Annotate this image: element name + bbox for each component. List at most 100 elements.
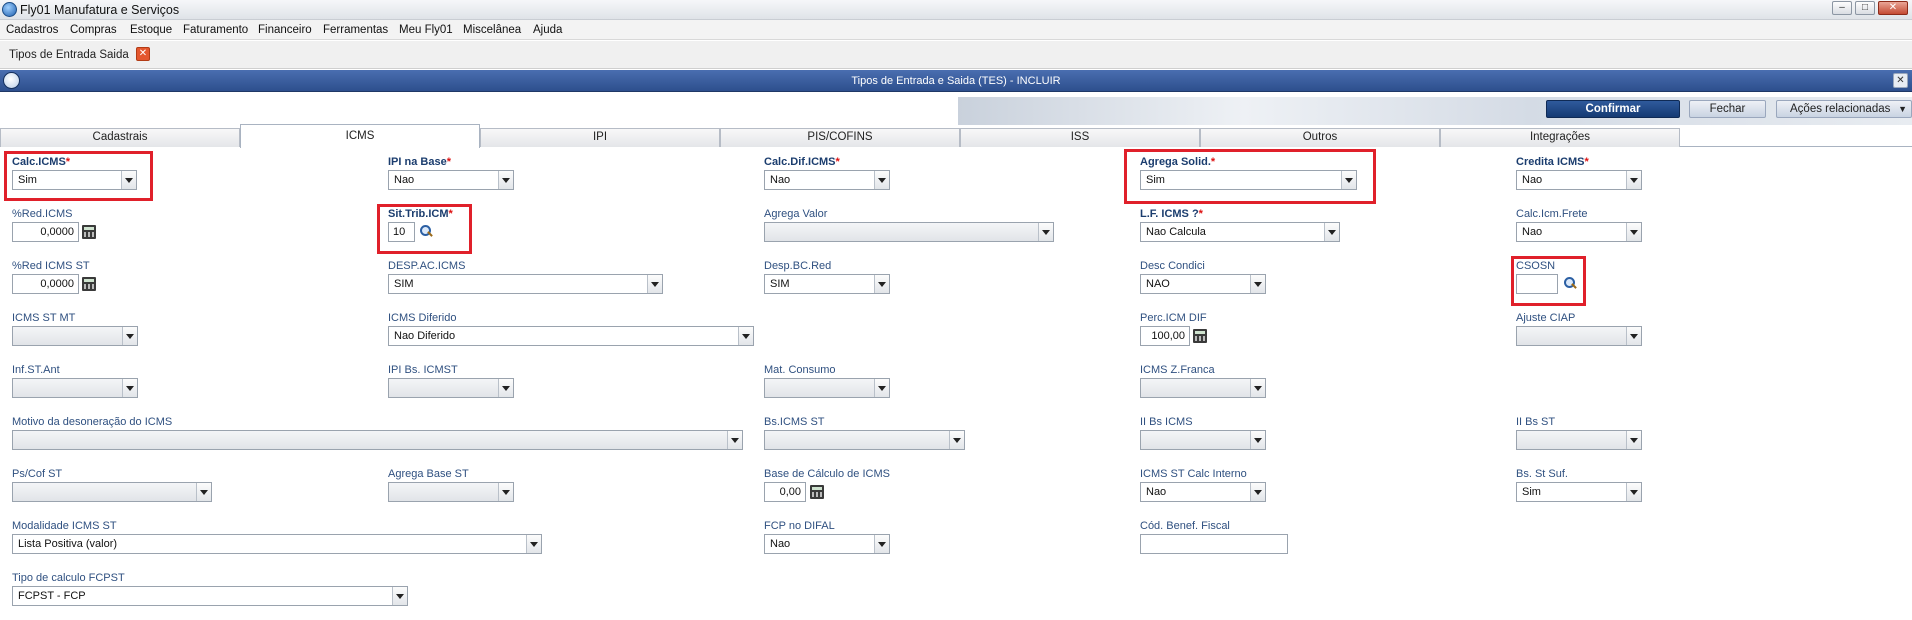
calculator-icon[interactable]: [1193, 329, 1207, 343]
fcp-no-difal-select[interactable]: Nao: [764, 534, 890, 554]
tab-ipi[interactable]: IPI: [480, 128, 720, 147]
chevron-down-icon[interactable]: [647, 275, 662, 293]
chevron-down-icon[interactable]: [1626, 483, 1641, 501]
menu-faturamento[interactable]: Faturamento: [183, 24, 248, 36]
chevron-down-icon[interactable]: [498, 483, 513, 501]
icms-st-calc-interno-select[interactable]: Nao: [1140, 482, 1266, 502]
inf-st-ant-select[interactable]: [12, 378, 138, 398]
confirm-button[interactable]: Confirmar: [1546, 100, 1680, 118]
chevron-down-icon[interactable]: [874, 379, 889, 397]
icms-st-mt-label: ICMS ST MT: [12, 312, 76, 324]
chevron-down-icon[interactable]: [1250, 379, 1265, 397]
chevron-down-icon[interactable]: [1626, 431, 1641, 449]
chevron-down-icon[interactable]: [392, 587, 407, 605]
mat-consumo-select[interactable]: [764, 378, 890, 398]
bs-icms-st-label: Bs.ICMS ST: [764, 416, 825, 428]
desc-condici-select[interactable]: NAO: [1140, 274, 1266, 294]
menu-miscelanea[interactable]: Miscelânea: [463, 24, 521, 36]
chevron-down-icon[interactable]: [1626, 171, 1641, 189]
tab-integracoes[interactable]: Integrações: [1440, 128, 1680, 147]
ajuste-ciap-select[interactable]: [1516, 326, 1642, 346]
menu-cadastros[interactable]: Cadastros: [6, 24, 58, 36]
chevron-down-icon[interactable]: [949, 431, 964, 449]
chevron-down-icon[interactable]: [1250, 275, 1265, 293]
icms-z-franca-select[interactable]: [1140, 378, 1266, 398]
chevron-down-icon[interactable]: [874, 171, 889, 189]
chevron-down-icon[interactable]: [1626, 223, 1641, 241]
related-actions-button[interactable]: Ações relacionadas ▼: [1776, 100, 1912, 118]
chevron-down-icon[interactable]: [738, 327, 753, 345]
ps-cof-st-select[interactable]: [12, 482, 212, 502]
cod-benef-fiscal-input[interactable]: [1140, 534, 1288, 554]
chevron-down-icon[interactable]: [874, 275, 889, 293]
close-button[interactable]: Fechar: [1689, 100, 1766, 118]
chevron-down-icon[interactable]: [498, 379, 513, 397]
chevron-down-icon[interactable]: [1324, 223, 1339, 241]
ii-bs-st-select[interactable]: [1516, 430, 1642, 450]
menu-estoque[interactable]: Estoque: [130, 24, 172, 36]
desp-bc-red-select[interactable]: SIM: [764, 274, 890, 294]
menu-ajuda[interactable]: Ajuda: [533, 24, 562, 36]
tab-icms[interactable]: ICMS: [240, 124, 480, 148]
ii-bs-st-label: II Bs ST: [1516, 416, 1556, 428]
calculator-icon[interactable]: [82, 225, 96, 239]
bs-st-suf-select[interactable]: Sim: [1516, 482, 1642, 502]
tab-cadastrais[interactable]: Cadastrais: [0, 128, 240, 147]
base-calc-icms-input[interactable]: 0,00: [764, 482, 806, 502]
maximize-icon[interactable]: □: [1855, 1, 1875, 15]
icms-st-mt-select[interactable]: [12, 326, 138, 346]
menu-financeiro[interactable]: Financeiro: [258, 24, 312, 36]
red-icms-input[interactable]: 0,0000: [12, 222, 79, 242]
perc-icm-dif-input[interactable]: 100,00: [1140, 326, 1190, 346]
chevron-down-icon: ▼: [1898, 104, 1907, 114]
chevron-down-icon[interactable]: [874, 535, 889, 553]
red-icms-st-input[interactable]: 0,0000: [12, 274, 79, 294]
motivo-desoneracao-select[interactable]: [12, 430, 743, 450]
close-window-icon[interactable]: ✕: [1878, 1, 1908, 15]
chevron-down-icon[interactable]: [1038, 223, 1053, 241]
menu-ferramentas[interactable]: Ferramentas: [323, 24, 388, 36]
agrega-valor-select[interactable]: [764, 222, 1054, 242]
chevron-down-icon[interactable]: [498, 171, 513, 189]
mat-consumo-label: Mat. Consumo: [764, 364, 836, 376]
chevron-down-icon[interactable]: [1250, 483, 1265, 501]
credita-icms-select[interactable]: Nao: [1516, 170, 1642, 190]
doc-tab-close-icon[interactable]: ✕: [136, 47, 150, 61]
minimize-icon[interactable]: –: [1832, 1, 1852, 15]
tipo-calc-fcpst-select[interactable]: FCPST - FCP: [12, 586, 408, 606]
tab-pis-cofins[interactable]: PIS/COFINS: [720, 128, 960, 147]
ipi-bs-icmst-select[interactable]: [388, 378, 514, 398]
modalidade-icms-st-select[interactable]: Lista Positiva (valor): [12, 534, 542, 554]
inf-st-ant-label: Inf.ST.Ant: [12, 364, 60, 376]
chevron-down-icon[interactable]: [526, 535, 541, 553]
calc-dif-icms-select[interactable]: Nao: [764, 170, 890, 190]
menu-compras[interactable]: Compras: [70, 24, 117, 36]
ipi-na-base-select[interactable]: Nao: [388, 170, 514, 190]
menu-meu-fly01[interactable]: Meu Fly01: [399, 24, 453, 36]
chevron-down-icon[interactable]: [1250, 431, 1265, 449]
highlight-box-calc-icms: [4, 151, 153, 201]
chevron-down-icon[interactable]: [727, 431, 742, 449]
bs-icms-st-select[interactable]: [764, 430, 965, 450]
tab-iss[interactable]: ISS: [960, 128, 1200, 147]
calculator-icon[interactable]: [810, 485, 824, 499]
ii-bs-icms-select[interactable]: [1140, 430, 1266, 450]
agrega-base-st-select[interactable]: [388, 482, 514, 502]
window-close-icon[interactable]: ✕: [1893, 73, 1908, 88]
tab-outros[interactable]: Outros: [1200, 128, 1440, 147]
lf-icms-label: L.F. ICMS ?*: [1140, 208, 1203, 220]
calculator-icon[interactable]: [82, 277, 96, 291]
chevron-down-icon[interactable]: [122, 327, 137, 345]
calc-icm-frete-select[interactable]: Nao: [1516, 222, 1642, 242]
fcp-no-difal-label: FCP no DIFAL: [764, 520, 835, 532]
chevron-down-icon[interactable]: [196, 483, 211, 501]
icms-diferido-label: ICMS Diferido: [388, 312, 457, 324]
doc-tab-tipos-entrada-saida[interactable]: Tipos de Entrada Saida: [0, 45, 156, 67]
title-bar: Fly01 Manufatura e Serviços – □ ✕: [0, 0, 1912, 20]
calc-dif-icms-label: Calc.Dif.ICMS*: [764, 156, 840, 168]
lf-icms-select[interactable]: Nao Calcula: [1140, 222, 1340, 242]
icms-diferido-select[interactable]: Nao Diferido: [388, 326, 754, 346]
desp-ac-icms-select[interactable]: SIM: [388, 274, 663, 294]
chevron-down-icon[interactable]: [1626, 327, 1641, 345]
chevron-down-icon[interactable]: [122, 379, 137, 397]
